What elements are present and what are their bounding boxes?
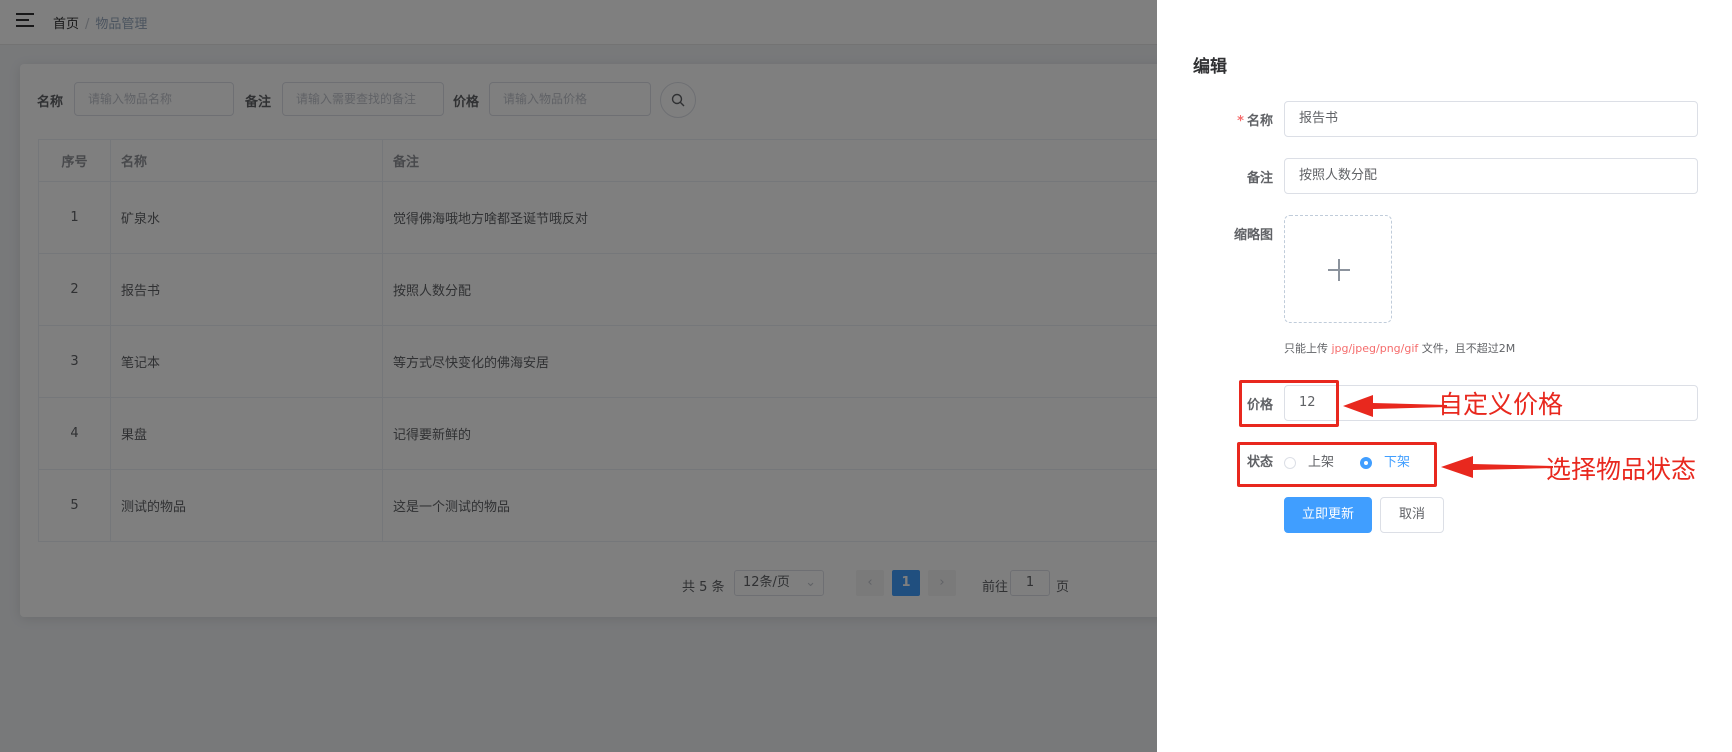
name-field[interactable]: 报告书 (1284, 101, 1698, 137)
annotation-text-price: 自定义价格 (1438, 390, 1564, 419)
edit-drawer: 编辑 * 名称 报告书 备注 按照人数分配 缩略图 只能上传 jpg/jpeg/p… (1157, 0, 1732, 752)
name-field-label: * 名称 (1237, 114, 1273, 129)
required-asterisk: * (1237, 114, 1244, 129)
annotation-box-status (1237, 442, 1437, 487)
thumbnail-upload[interactable] (1284, 215, 1392, 323)
upload-tip-types: jpg/jpeg/png/gif (1331, 342, 1419, 355)
annotation-text-status: 选择物品状态 (1546, 455, 1697, 484)
plus-icon (1328, 259, 1350, 281)
thumbnail-label: 缩略图 (1233, 228, 1273, 243)
drawer-title: 编辑 (1193, 57, 1227, 77)
cancel-button[interactable]: 取消 (1380, 497, 1444, 533)
remark-field[interactable]: 按照人数分配 (1284, 158, 1698, 194)
annotation-arrow-status (1441, 456, 1553, 478)
update-button[interactable]: 立即更新 (1284, 497, 1372, 533)
upload-tip: 只能上传 jpg/jpeg/png/gif 文件，且不超过2M (1284, 342, 1516, 355)
remark-field-label: 备注 (1246, 171, 1273, 186)
annotation-box-price (1239, 380, 1339, 427)
annotation-arrow-price (1343, 395, 1447, 417)
